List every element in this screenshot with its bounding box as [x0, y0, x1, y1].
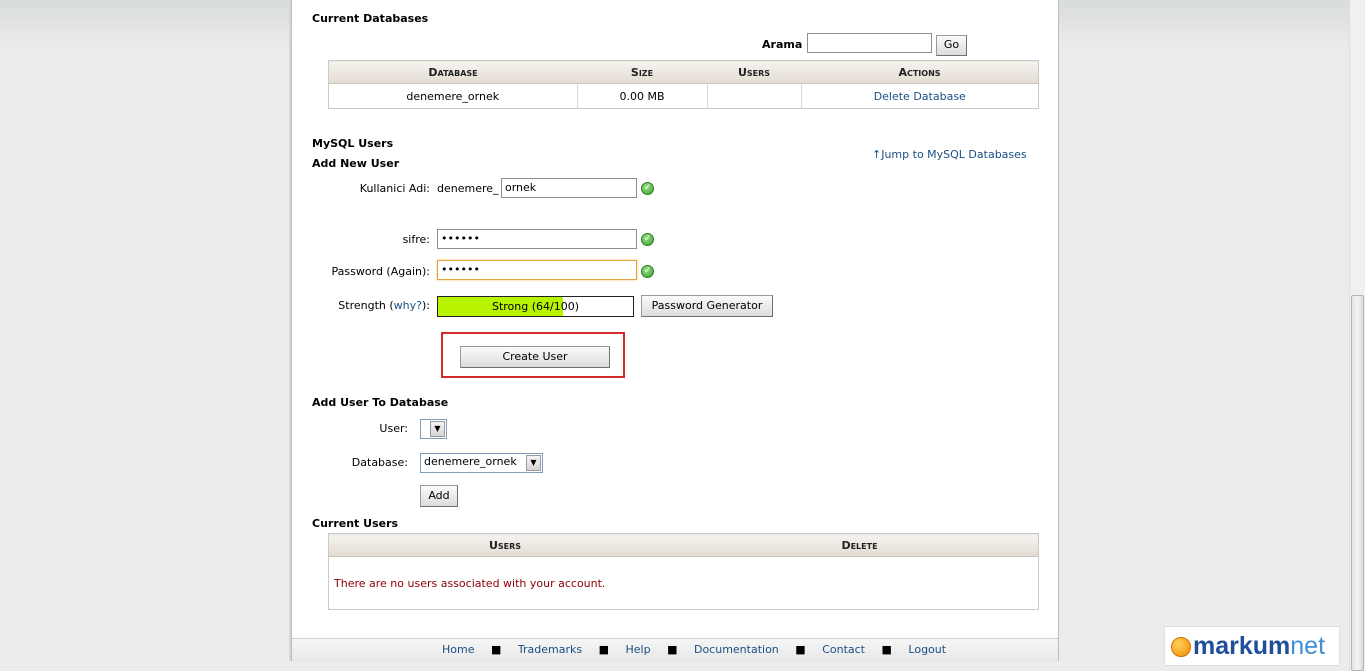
column-header-database: Database [328, 60, 577, 84]
databases-table-header: Database Size Users Actions [328, 60, 1039, 84]
footer-link-trademarks[interactable]: Trademarks [518, 643, 582, 656]
strength-label-prefix: Strength ( [338, 299, 394, 312]
footer-link-home[interactable]: Home [442, 643, 474, 656]
column-header-actions: Actions [801, 60, 1039, 84]
bullet-icon: ■ [490, 643, 502, 656]
user-select-label: User: [379, 422, 408, 435]
content-panel: Current Databases Arama Go Database Size… [291, 0, 1059, 661]
password-label: sifre: [402, 233, 430, 246]
username-label: Kullanici Adi: [359, 182, 430, 195]
check-icon: ✓ [641, 233, 654, 246]
column-header-users: Users [328, 533, 681, 557]
table-row: denemere_ornek 0.00 MB Delete Database [328, 83, 1039, 109]
footer: Home ■ Trademarks ■ Help ■ Documentation… [292, 638, 1058, 661]
vertical-scrollbar[interactable] [1349, 0, 1365, 671]
users-table: Users Delete There are no users associat… [328, 533, 1039, 610]
database-select[interactable]: denemere_ornek ▼ [420, 453, 543, 473]
chevron-down-icon: ▼ [526, 455, 541, 471]
database-actions-cell: Delete Database [801, 84, 1039, 109]
password-input[interactable]: •••••• [437, 229, 637, 249]
password-again-label: Password (Again): [331, 265, 430, 278]
strength-label-suffix: ): [422, 299, 430, 312]
mysql-users-heading: MySQL Users [312, 137, 394, 150]
current-users-heading: Current Users [312, 517, 399, 530]
search-input[interactable] [807, 33, 932, 53]
table-row: There are no users associated with your … [329, 557, 1039, 610]
current-databases-heading: Current Databases [312, 12, 429, 25]
column-header-size: Size [577, 60, 707, 84]
search-label: Arama [762, 38, 803, 51]
jump-to-databases-link[interactable]: ↑Jump to MySQL Databases [872, 148, 1027, 161]
password-generator-button[interactable]: Password Generator [641, 295, 773, 317]
database-users-cell [707, 83, 802, 109]
strength-meter-text: Strong (64/100) [491, 300, 580, 313]
users-table-header: Users Delete [328, 533, 1039, 557]
logo-text-primary: markum [1193, 632, 1291, 660]
username-input[interactable]: ornek [501, 178, 637, 198]
logo-text-secondary: net [1290, 632, 1326, 660]
databases-table: Database Size Users Actions denemere_orn… [328, 60, 1039, 109]
add-button[interactable]: Add [420, 485, 458, 507]
database-size-cell: 0.00 MB [577, 83, 708, 109]
no-users-message: There are no users associated with your … [334, 576, 606, 590]
jump-to-databases-label: Jump to MySQL Databases [881, 148, 1027, 161]
bullet-icon: ■ [598, 643, 609, 656]
footer-link-logout[interactable]: Logout [908, 643, 946, 656]
column-header-users: Users [707, 60, 801, 84]
column-header-delete: Delete [681, 533, 1039, 557]
database-select-label: Database: [351, 456, 408, 469]
markumnet-logo: markumnet [1164, 626, 1340, 666]
scrollbar-thumb[interactable] [1351, 295, 1364, 671]
add-user-to-database-heading: Add User To Database [312, 396, 449, 409]
chevron-down-icon: ▼ [430, 421, 445, 437]
user-select[interactable]: ▼ [420, 419, 447, 439]
create-user-button[interactable]: Create User [460, 346, 610, 368]
bullet-icon: ■ [881, 643, 892, 656]
password-again-input[interactable]: •••••• [437, 260, 637, 280]
footer-link-help[interactable]: Help [626, 643, 651, 656]
username-prefix: denemere_ [437, 182, 499, 195]
strength-meter: Strong (64/100) [437, 296, 634, 317]
globe-icon [1171, 637, 1191, 657]
add-new-user-heading: Add New User [312, 157, 400, 170]
footer-link-contact[interactable]: Contact [822, 643, 865, 656]
database-name-cell: denemere_ornek [328, 83, 578, 109]
bullet-icon: ■ [795, 643, 806, 656]
why-link[interactable]: why? [394, 299, 422, 312]
bullet-icon: ■ [667, 643, 678, 656]
check-icon: ✓ [641, 182, 654, 195]
footer-link-documentation[interactable]: Documentation [694, 643, 779, 656]
arrow-up-icon: ↑ [872, 148, 882, 161]
strength-label: Strength (why?): [312, 299, 430, 312]
check-icon: ✓ [641, 265, 654, 278]
delete-database-link[interactable]: Delete Database [874, 90, 966, 103]
logo-text: markumnet [1193, 631, 1325, 661]
database-select-value: denemere_ornek [424, 455, 517, 468]
go-button[interactable]: Go [936, 35, 967, 56]
footer-links: Home ■ Trademarks ■ Help ■ Documentation… [442, 643, 946, 656]
